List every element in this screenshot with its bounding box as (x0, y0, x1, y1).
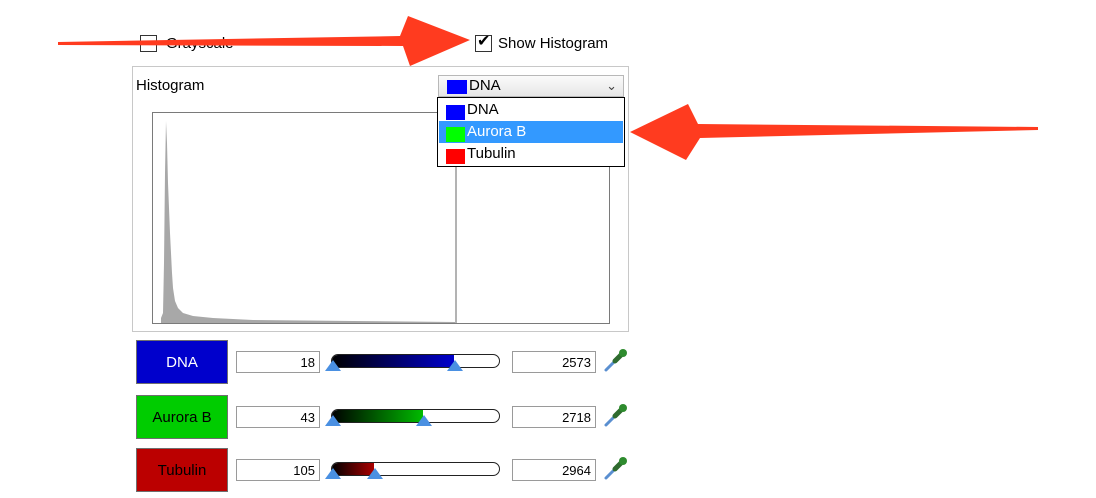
eyedropper-icon[interactable] (602, 456, 628, 482)
slider-low-thumb[interactable] (325, 415, 341, 426)
max-value: 2964 (562, 463, 591, 478)
channel-color-button-aurora-b[interactable]: Aurora B (136, 395, 228, 439)
dropdown-option-label: DNA (467, 101, 499, 118)
max-value-input-aurora-b[interactable]: 2718 (512, 406, 596, 428)
dropdown-option-aurora-b[interactable]: Aurora B (439, 121, 623, 143)
min-value: 105 (293, 463, 315, 478)
min-value-input-tubulin[interactable]: 105 (236, 459, 320, 481)
dropdown-option-label: Tubulin (467, 145, 516, 162)
range-slider-dna[interactable] (331, 354, 500, 368)
channel-dropdown-list: DNA Aurora B Tubulin (437, 97, 625, 167)
selected-channel-swatch (447, 80, 467, 94)
arrow-to-dropdown-icon (630, 104, 1038, 160)
aurora-b-swatch (446, 127, 465, 142)
slider-high-thumb[interactable] (416, 415, 432, 426)
range-slider-tubulin[interactable] (331, 462, 500, 476)
chevron-down-icon[interactable]: ⌄ (606, 78, 617, 94)
slider-fill (332, 410, 423, 422)
max-value-input-dna[interactable]: 2573 (512, 351, 596, 373)
histogram-label: Histogram (136, 77, 205, 94)
dna-swatch (446, 105, 465, 120)
channel-name: Tubulin (157, 462, 207, 479)
eyedropper-icon[interactable] (602, 348, 628, 374)
dropdown-option-tubulin[interactable]: Tubulin (439, 143, 623, 165)
slider-high-thumb[interactable] (447, 360, 463, 371)
min-value: 43 (300, 410, 315, 425)
min-value-input-dna[interactable]: 18 (236, 351, 320, 373)
min-value-input-aurora-b[interactable]: 43 (236, 406, 320, 428)
checkmark-icon: ✔ (477, 33, 491, 50)
show-histogram-label: Show Histogram (498, 35, 609, 52)
slider-fill (332, 355, 454, 367)
selected-channel-label: DNA (469, 77, 501, 94)
max-value-input-tubulin[interactable]: 2964 (512, 459, 596, 481)
dropdown-option-label: Aurora B (467, 123, 527, 140)
show-histogram-checkbox[interactable]: ✔ (475, 33, 492, 52)
tubulin-swatch (446, 149, 465, 164)
arrow-to-show-histogram-icon (58, 16, 470, 66)
histogram-channel-select[interactable]: DNA ⌄ (438, 75, 624, 97)
channel-name: Aurora B (152, 409, 212, 426)
slider-high-thumb[interactable] (367, 468, 383, 479)
channel-color-button-tubulin[interactable]: Tubulin (136, 448, 228, 492)
slider-low-thumb[interactable] (325, 360, 341, 371)
max-value: 2718 (562, 410, 591, 425)
slider-low-thumb[interactable] (325, 468, 341, 479)
grayscale-label: Grayscale (166, 35, 234, 52)
grayscale-checkbox[interactable] (140, 35, 157, 52)
channel-color-button-dna[interactable]: DNA (136, 340, 228, 384)
dropdown-option-dna[interactable]: DNA (439, 99, 623, 121)
min-value: 18 (300, 355, 315, 370)
channel-name: DNA (166, 354, 198, 371)
max-value: 2573 (562, 355, 591, 370)
eyedropper-icon[interactable] (602, 403, 628, 429)
